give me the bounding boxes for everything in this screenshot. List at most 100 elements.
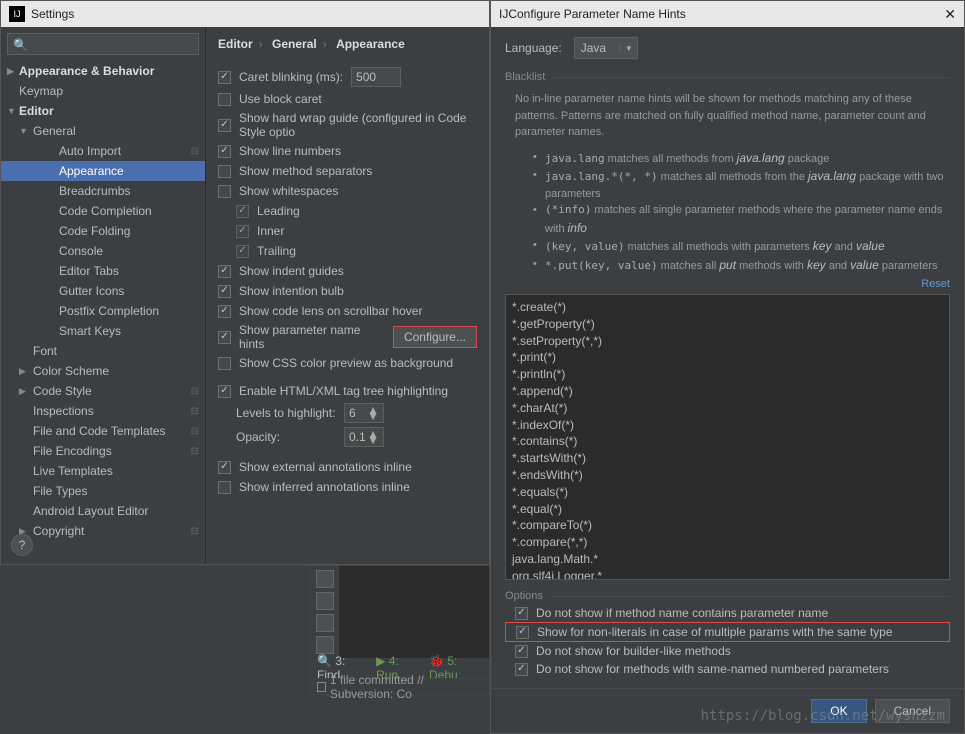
- chk-opt-3[interactable]: [515, 663, 528, 676]
- tree-file-encodings[interactable]: File Encodings⊟: [1, 441, 205, 461]
- app-icon: IJ: [499, 7, 508, 21]
- lbl-inferred-ann: Show inferred annotations inline: [239, 480, 410, 494]
- reset-link[interactable]: Reset: [505, 278, 950, 290]
- lbl-html-xml: Enable HTML/XML tag tree highlighting: [239, 384, 448, 398]
- tree-live-templates[interactable]: Live Templates: [1, 461, 205, 481]
- levels-spinner[interactable]: 6▲▼: [344, 403, 384, 423]
- tree-inspections[interactable]: Inspections⊟: [1, 401, 205, 421]
- chk-leading[interactable]: [236, 205, 249, 218]
- tree-file-code-templates[interactable]: File and Code Templates⊟: [1, 421, 205, 441]
- lbl-trailing: Trailing: [257, 244, 296, 258]
- chk-intention-bulb[interactable]: [218, 285, 231, 298]
- chk-inferred-ann[interactable]: [218, 481, 231, 494]
- chk-html-xml[interactable]: [218, 385, 231, 398]
- tree-gutter-icons[interactable]: Gutter Icons: [1, 281, 205, 301]
- language-label: Language:: [505, 41, 562, 55]
- tree-appearance-behavior[interactable]: ▶Appearance & Behavior: [1, 61, 205, 81]
- commit-checkbox[interactable]: [317, 682, 326, 692]
- settings-window: IJ Settings 🔍 ▶Appearance & Behavior Key…: [0, 0, 490, 565]
- chk-method-sep[interactable]: [218, 165, 231, 178]
- chk-hard-wrap[interactable]: [218, 119, 231, 132]
- tree-postfix-completion[interactable]: Postfix Completion: [1, 301, 205, 321]
- chk-opt-1[interactable]: [516, 626, 529, 639]
- lbl-param-hints: Show parameter name hints: [239, 323, 383, 351]
- chk-inner[interactable]: [236, 225, 249, 238]
- tree-code-completion[interactable]: Code Completion: [1, 201, 205, 221]
- lbl-intention-bulb: Show intention bulb: [239, 284, 344, 298]
- commit-bar: 1 file committed // Subversion: Co: [311, 678, 489, 694]
- tree-editor[interactable]: ▼Editor: [1, 101, 205, 121]
- tree-color-scheme[interactable]: ▶Color Scheme: [1, 361, 205, 381]
- pattern-examples: java.lang matches all methods from java.…: [533, 149, 950, 275]
- ok-button[interactable]: OK: [811, 699, 866, 723]
- chk-indent-guides[interactable]: [218, 265, 231, 278]
- language-dropdown[interactable]: Java▼: [574, 37, 638, 59]
- app-icon: IJ: [9, 6, 25, 22]
- tree-android-layout[interactable]: Android Layout Editor: [1, 501, 205, 521]
- lbl-whitespaces: Show whitespaces: [239, 184, 338, 198]
- search-input[interactable]: [7, 33, 199, 55]
- settings-tree[interactable]: ▶Appearance & Behavior Keymap ▼Editor ▼G…: [1, 61, 205, 564]
- tool-icon[interactable]: [316, 614, 334, 632]
- chk-whitespaces[interactable]: [218, 185, 231, 198]
- chk-css-preview[interactable]: [218, 357, 231, 370]
- tree-code-style[interactable]: ▶Code Style⊟: [1, 381, 205, 401]
- lbl-opt-1: Show for non-literals in case of multipl…: [537, 625, 893, 639]
- tool-icon[interactable]: [316, 570, 334, 588]
- chk-block-caret[interactable]: [218, 93, 231, 106]
- lbl-method-sep: Show method separators: [239, 164, 372, 178]
- caret-blinking-input[interactable]: [351, 67, 401, 87]
- commit-text: 1 file committed // Subversion: Co: [330, 673, 483, 701]
- tree-copyright[interactable]: ▶Copyright⊟: [1, 521, 205, 541]
- blacklist-description: No in-line parameter name hints will be …: [515, 91, 950, 141]
- lbl-css-preview: Show CSS color preview as background: [239, 356, 453, 370]
- settings-content: Editor› General› Appearance Caret blinki…: [206, 27, 489, 564]
- chk-line-numbers[interactable]: [218, 145, 231, 158]
- tree-code-folding[interactable]: Code Folding: [1, 221, 205, 241]
- dialog-titlebar: IJ Configure Parameter Name Hints ✕: [491, 1, 964, 27]
- chk-code-lens[interactable]: [218, 305, 231, 318]
- tree-file-types[interactable]: File Types: [1, 481, 205, 501]
- lbl-line-numbers: Show line numbers: [239, 144, 341, 158]
- window-title: Settings: [31, 7, 74, 21]
- chk-external-ann[interactable]: [218, 461, 231, 474]
- titlebar: IJ Settings: [1, 1, 489, 27]
- chk-opt-2[interactable]: [515, 645, 528, 658]
- cancel-button[interactable]: Cancel: [875, 699, 950, 723]
- chk-trailing[interactable]: [236, 245, 249, 258]
- options-label: Options: [505, 590, 950, 602]
- settings-sidebar: 🔍 ▶Appearance & Behavior Keymap ▼Editor …: [1, 27, 206, 564]
- lbl-levels: Levels to highlight:: [236, 406, 336, 420]
- configure-button[interactable]: Configure...: [393, 326, 477, 348]
- tree-breadcrumbs[interactable]: Breadcrumbs: [1, 181, 205, 201]
- tree-general[interactable]: ▼General: [1, 121, 205, 141]
- lbl-hard-wrap: Show hard wrap guide (configured in Code…: [239, 111, 477, 139]
- tree-smart-keys[interactable]: Smart Keys: [1, 321, 205, 341]
- help-button[interactable]: ?: [11, 534, 33, 556]
- tree-editor-tabs[interactable]: Editor Tabs: [1, 261, 205, 281]
- tree-appearance[interactable]: Appearance: [1, 161, 205, 181]
- editor-background: 🔍 3: Find ▶ 4: Run 🐞 5: Debu 1 file comm…: [310, 565, 490, 695]
- lbl-external-ann: Show external annotations inline: [239, 460, 412, 474]
- tree-font[interactable]: Font: [1, 341, 205, 361]
- lbl-opt-0: Do not show if method name contains para…: [536, 606, 828, 620]
- lbl-opacity: Opacity:: [236, 430, 336, 444]
- chk-param-hints[interactable]: [218, 331, 231, 344]
- lbl-code-lens: Show code lens on scrollbar hover: [239, 304, 422, 318]
- close-icon[interactable]: ✕: [944, 6, 956, 23]
- tool-icon[interactable]: [316, 636, 334, 654]
- tree-auto-import[interactable]: Auto Import⊟: [1, 141, 205, 161]
- blacklist-textarea[interactable]: *.create(*)*.getProperty(*)*.setProperty…: [505, 294, 950, 580]
- configure-hints-dialog: IJ Configure Parameter Name Hints ✕ Lang…: [490, 0, 965, 734]
- lbl-opt-2: Do not show for builder-like methods: [536, 644, 731, 658]
- tree-keymap[interactable]: Keymap: [1, 81, 205, 101]
- tree-console[interactable]: Console: [1, 241, 205, 261]
- blacklist-label: Blacklist: [505, 71, 950, 83]
- chk-opt-0[interactable]: [515, 607, 528, 620]
- lbl-indent-guides: Show indent guides: [239, 264, 344, 278]
- chk-caret-blinking[interactable]: [218, 71, 231, 84]
- lbl-opt-3: Do not show for methods with same-named …: [536, 662, 889, 676]
- tool-icon[interactable]: [316, 592, 334, 610]
- lbl-leading: Leading: [257, 204, 300, 218]
- opacity-spinner[interactable]: 0.1▲▼: [344, 427, 384, 447]
